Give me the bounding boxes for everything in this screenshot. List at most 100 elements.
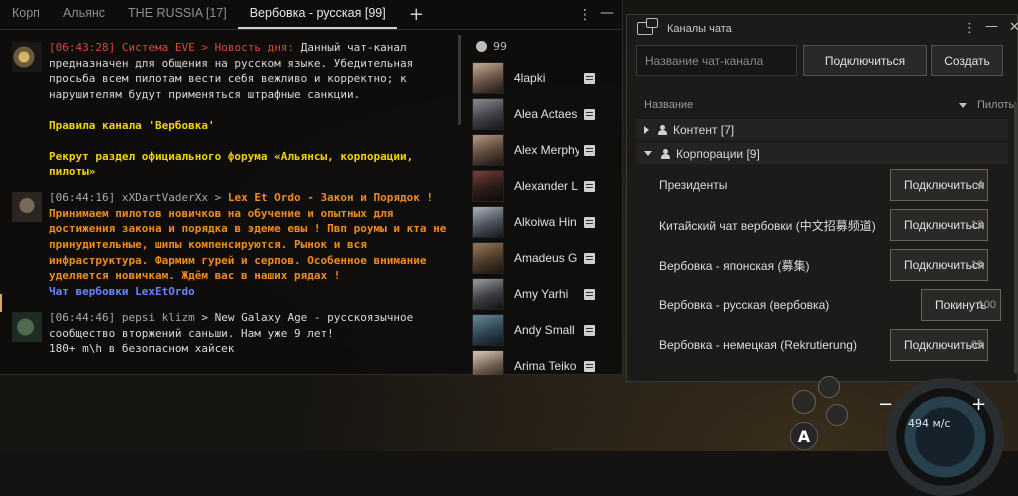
member-item[interactable]: Andy Small bbox=[470, 312, 623, 348]
message-sender[interactable]: pepsi klizm bbox=[122, 311, 195, 324]
minimize-icon[interactable]: — bbox=[600, 5, 614, 21]
member-menu-icon[interactable] bbox=[584, 361, 595, 372]
member-list: 99 4lapki Alea Actaes Alex Merphy Alexan… bbox=[470, 32, 623, 375]
message-subject: Новость дня: bbox=[214, 41, 295, 54]
tab-the-russia[interactable]: THE RUSSIA [17] bbox=[116, 6, 238, 29]
message-sender[interactable]: xXDartVaderXx bbox=[122, 191, 208, 204]
member-item[interactable]: 4lapki bbox=[470, 60, 623, 96]
increase-speed-icon[interactable]: + bbox=[971, 394, 986, 415]
avatar[interactable] bbox=[12, 191, 42, 222]
member-item[interactable]: Alex Merphy bbox=[470, 132, 623, 168]
speed-dial[interactable] bbox=[886, 378, 1004, 496]
hud-module-button[interactable] bbox=[826, 404, 848, 426]
channel-connect-button[interactable]: Подключиться 4 bbox=[890, 169, 988, 201]
member-item[interactable]: Alea Actaes bbox=[470, 96, 623, 132]
member-menu-icon[interactable] bbox=[584, 325, 595, 336]
minimize-icon[interactable]: — bbox=[985, 19, 998, 34]
avatar bbox=[472, 314, 504, 346]
person-icon bbox=[658, 124, 667, 135]
pilot-count: 10 bbox=[970, 259, 983, 271]
member-item[interactable]: Alkoiwa Hin bbox=[470, 204, 623, 240]
group-corporations[interactable]: Корпорации [9] bbox=[636, 143, 1008, 164]
channel-row: Вербовка - русская (вербовка) Покинуть 10… bbox=[659, 289, 1009, 321]
pilot-count: 4 bbox=[976, 179, 983, 191]
member-menu-icon[interactable] bbox=[584, 217, 595, 228]
tab-recruitment-russian[interactable]: Вербовка - русская [99] bbox=[237, 6, 397, 29]
member-item[interactable]: Amy Yarhi bbox=[470, 276, 623, 312]
channel-row: Вербовка - японская (募集) Подключиться 10 bbox=[659, 249, 1009, 281]
add-tab-icon[interactable]: + bbox=[397, 6, 434, 29]
member-menu-icon[interactable] bbox=[584, 109, 595, 120]
channel-name: Вербовка - немецкая (Rekrutierung) bbox=[659, 338, 857, 352]
chat-bubbles-icon bbox=[637, 18, 658, 35]
window-title: Каналы чата bbox=[637, 18, 732, 35]
hud-module-button[interactable] bbox=[818, 376, 840, 398]
avatar bbox=[472, 242, 504, 274]
channel-search-input[interactable] bbox=[636, 45, 797, 76]
window-resize-marker bbox=[0, 294, 2, 312]
tab-corp[interactable]: Корп bbox=[0, 6, 51, 29]
message-text: Принимаем пилотов новичков на обучение и… bbox=[49, 206, 447, 283]
channel-list-scrollbar[interactable] bbox=[1014, 103, 1017, 373]
close-icon[interactable]: ✕ bbox=[1009, 20, 1018, 35]
message-time: [06:44:46] bbox=[49, 310, 116, 324]
ship-hud: − + 494 м/с bbox=[860, 378, 1018, 496]
channel-leave-button[interactable]: Покинуть 100 bbox=[921, 289, 1001, 321]
person-icon bbox=[476, 40, 487, 52]
autopilot-button[interactable]: A bbox=[790, 422, 818, 450]
chat-message: [06:44:16] xXDartVaderXx > Lex Et Ordo -… bbox=[12, 190, 452, 300]
channel-rules-link[interactable]: Правила канала 'Вербовка' bbox=[49, 118, 452, 134]
avatar bbox=[472, 278, 504, 310]
connect-button[interactable]: Подключиться bbox=[803, 45, 927, 76]
person-icon bbox=[661, 148, 670, 159]
member-menu-icon[interactable] bbox=[584, 289, 595, 300]
avatar[interactable] bbox=[12, 311, 42, 342]
create-button[interactable]: Создать bbox=[931, 45, 1003, 76]
member-menu-icon[interactable] bbox=[584, 145, 595, 156]
channel-connect-button[interactable]: Подключиться 12 bbox=[890, 209, 988, 241]
channel-row: Китайский чат вербовки (中文招募频道) Подключи… bbox=[659, 209, 1009, 241]
message-time: [06:44:16] bbox=[49, 190, 116, 204]
system-horn-icon bbox=[12, 42, 42, 72]
chat-window: Корп Альянс THE RUSSIA [17] Вербовка - р… bbox=[0, 0, 623, 375]
member-menu-icon[interactable] bbox=[584, 181, 595, 192]
avatar bbox=[472, 170, 504, 202]
hud-module-button[interactable] bbox=[792, 390, 816, 414]
avatar bbox=[472, 350, 504, 375]
member-menu-icon[interactable] bbox=[584, 253, 595, 264]
message-text-continued: 180+ m\h в безопасном хайсек bbox=[49, 342, 235, 356]
speed-readout: 494 м/с bbox=[908, 417, 951, 430]
decrease-speed-icon[interactable]: − bbox=[878, 394, 893, 415]
channel-row: Президенты Подключиться 4 bbox=[659, 169, 1009, 201]
chat-channels-window: Каналы чата ⋮ — ✕ Подключиться Создать Н… bbox=[626, 14, 1018, 382]
channel-row: Вербовка - немецкая (Rekrutierung) Подкл… bbox=[659, 329, 1009, 361]
member-item[interactable]: Arima Teiko bbox=[470, 348, 623, 375]
member-menu-icon[interactable] bbox=[584, 73, 595, 84]
chat-tabs: Корп Альянс THE RUSSIA [17] Вербовка - р… bbox=[0, 0, 623, 30]
recruitment-chat-link[interactable]: Чат вербовки LexEtOrdo bbox=[49, 284, 452, 300]
avatar bbox=[472, 206, 504, 238]
pilot-count: 12 bbox=[970, 219, 983, 231]
avatar bbox=[472, 98, 504, 130]
more-options-icon[interactable]: ⋮ bbox=[963, 21, 976, 36]
pilot-count: 100 bbox=[977, 299, 996, 311]
tab-alliance[interactable]: Альянс bbox=[51, 6, 116, 29]
member-item[interactable]: Amadeus G bbox=[470, 240, 623, 276]
member-count: 99 bbox=[470, 32, 623, 60]
pilot-count: 65 bbox=[970, 339, 983, 351]
message-sender[interactable]: Система EVE bbox=[122, 41, 195, 54]
group-content[interactable]: Контент [7] bbox=[636, 119, 1008, 140]
more-options-icon[interactable]: ⋮ bbox=[578, 7, 592, 23]
channel-connect-button[interactable]: Подключиться 10 bbox=[890, 249, 988, 281]
chevron-right-icon bbox=[644, 125, 649, 134]
chat-message: [06:44:46] pepsi klizm > New Galaxy Age … bbox=[12, 310, 452, 357]
column-name-header[interactable]: Название bbox=[644, 99, 693, 111]
message-list: [06:43:28] Система EVE > Новость дня: Да… bbox=[12, 40, 452, 373]
forum-link[interactable]: Рекрут раздел официального форума «Альян… bbox=[49, 149, 452, 180]
member-item[interactable]: Alexander L bbox=[470, 168, 623, 204]
column-pilots-header[interactable]: Пилоты bbox=[959, 99, 1016, 111]
channel-connect-button[interactable]: Подключиться 65 bbox=[890, 329, 988, 361]
message-scrollbar[interactable] bbox=[458, 35, 461, 125]
message-title: Lex Et Ordo - Закон и Порядок ! bbox=[227, 190, 434, 204]
chat-message: [06:43:28] Система EVE > Новость дня: Да… bbox=[12, 40, 452, 180]
